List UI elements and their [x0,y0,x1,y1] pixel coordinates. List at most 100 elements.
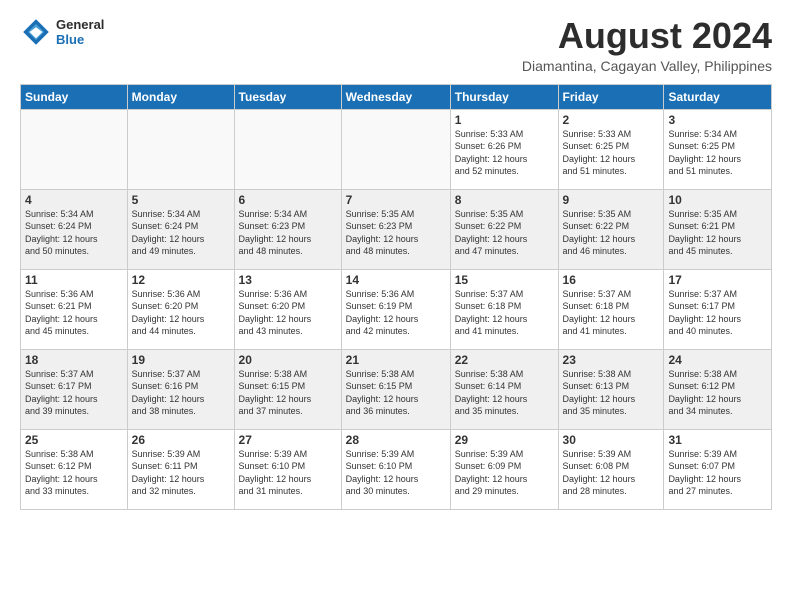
day-info: Sunrise: 5:37 AM Sunset: 6:17 PM Dayligh… [668,288,767,338]
day-number: 11 [25,273,123,287]
day-info: Sunrise: 5:36 AM Sunset: 6:19 PM Dayligh… [346,288,446,338]
table-row [234,109,341,189]
day-number: 18 [25,353,123,367]
table-row: 10Sunrise: 5:35 AM Sunset: 6:21 PM Dayli… [664,189,772,269]
day-number: 10 [668,193,767,207]
table-row: 19Sunrise: 5:37 AM Sunset: 6:16 PM Dayli… [127,349,234,429]
table-row: 1Sunrise: 5:33 AM Sunset: 6:26 PM Daylig… [450,109,558,189]
day-number: 25 [25,433,123,447]
table-row: 11Sunrise: 5:36 AM Sunset: 6:21 PM Dayli… [21,269,128,349]
col-friday: Friday [558,84,664,109]
table-row: 26Sunrise: 5:39 AM Sunset: 6:11 PM Dayli… [127,429,234,509]
table-row: 24Sunrise: 5:38 AM Sunset: 6:12 PM Dayli… [664,349,772,429]
day-number: 6 [239,193,337,207]
day-number: 5 [132,193,230,207]
day-number: 16 [563,273,660,287]
table-row: 7Sunrise: 5:35 AM Sunset: 6:23 PM Daylig… [341,189,450,269]
table-row: 15Sunrise: 5:37 AM Sunset: 6:18 PM Dayli… [450,269,558,349]
table-row: 17Sunrise: 5:37 AM Sunset: 6:17 PM Dayli… [664,269,772,349]
month-year-title: August 2024 [522,16,772,56]
day-info: Sunrise: 5:39 AM Sunset: 6:10 PM Dayligh… [239,448,337,498]
table-row: 13Sunrise: 5:36 AM Sunset: 6:20 PM Dayli… [234,269,341,349]
table-row: 9Sunrise: 5:35 AM Sunset: 6:22 PM Daylig… [558,189,664,269]
day-number: 31 [668,433,767,447]
day-number: 20 [239,353,337,367]
table-row: 4Sunrise: 5:34 AM Sunset: 6:24 PM Daylig… [21,189,128,269]
logo-general: General [56,17,104,32]
day-number: 24 [668,353,767,367]
calendar-table: Sunday Monday Tuesday Wednesday Thursday… [20,84,772,510]
table-row: 14Sunrise: 5:36 AM Sunset: 6:19 PM Dayli… [341,269,450,349]
col-wednesday: Wednesday [341,84,450,109]
day-number: 26 [132,433,230,447]
calendar-week-row: 18Sunrise: 5:37 AM Sunset: 6:17 PM Dayli… [21,349,772,429]
calendar-week-row: 11Sunrise: 5:36 AM Sunset: 6:21 PM Dayli… [21,269,772,349]
logo-blue: Blue [56,32,104,47]
table-row [21,109,128,189]
day-number: 17 [668,273,767,287]
day-info: Sunrise: 5:39 AM Sunset: 6:07 PM Dayligh… [668,448,767,498]
table-row: 22Sunrise: 5:38 AM Sunset: 6:14 PM Dayli… [450,349,558,429]
table-row: 16Sunrise: 5:37 AM Sunset: 6:18 PM Dayli… [558,269,664,349]
day-info: Sunrise: 5:38 AM Sunset: 6:14 PM Dayligh… [455,368,554,418]
table-row: 18Sunrise: 5:37 AM Sunset: 6:17 PM Dayli… [21,349,128,429]
calendar-week-row: 1Sunrise: 5:33 AM Sunset: 6:26 PM Daylig… [21,109,772,189]
day-number: 3 [668,113,767,127]
table-row: 28Sunrise: 5:39 AM Sunset: 6:10 PM Dayli… [341,429,450,509]
day-number: 13 [239,273,337,287]
table-row: 30Sunrise: 5:39 AM Sunset: 6:08 PM Dayli… [558,429,664,509]
calendar-page: General Blue August 2024 Diamantina, Cag… [0,0,792,522]
day-number: 21 [346,353,446,367]
table-row [341,109,450,189]
day-number: 23 [563,353,660,367]
col-monday: Monday [127,84,234,109]
day-info: Sunrise: 5:36 AM Sunset: 6:21 PM Dayligh… [25,288,123,338]
day-info: Sunrise: 5:35 AM Sunset: 6:22 PM Dayligh… [455,208,554,258]
logo-icon [20,16,52,48]
day-number: 19 [132,353,230,367]
col-tuesday: Tuesday [234,84,341,109]
day-number: 27 [239,433,337,447]
day-number: 8 [455,193,554,207]
location-subtitle: Diamantina, Cagayan Valley, Philippines [522,58,772,74]
day-number: 1 [455,113,554,127]
day-number: 4 [25,193,123,207]
calendar-week-row: 25Sunrise: 5:38 AM Sunset: 6:12 PM Dayli… [21,429,772,509]
day-info: Sunrise: 5:38 AM Sunset: 6:15 PM Dayligh… [239,368,337,418]
day-number: 14 [346,273,446,287]
day-info: Sunrise: 5:35 AM Sunset: 6:22 PM Dayligh… [563,208,660,258]
day-info: Sunrise: 5:37 AM Sunset: 6:18 PM Dayligh… [563,288,660,338]
day-number: 22 [455,353,554,367]
day-number: 28 [346,433,446,447]
day-info: Sunrise: 5:38 AM Sunset: 6:15 PM Dayligh… [346,368,446,418]
table-row: 3Sunrise: 5:34 AM Sunset: 6:25 PM Daylig… [664,109,772,189]
day-number: 2 [563,113,660,127]
day-info: Sunrise: 5:39 AM Sunset: 6:09 PM Dayligh… [455,448,554,498]
day-info: Sunrise: 5:34 AM Sunset: 6:24 PM Dayligh… [25,208,123,258]
table-row: 29Sunrise: 5:39 AM Sunset: 6:09 PM Dayli… [450,429,558,509]
table-row: 8Sunrise: 5:35 AM Sunset: 6:22 PM Daylig… [450,189,558,269]
day-info: Sunrise: 5:36 AM Sunset: 6:20 PM Dayligh… [132,288,230,338]
day-info: Sunrise: 5:36 AM Sunset: 6:20 PM Dayligh… [239,288,337,338]
table-row: 31Sunrise: 5:39 AM Sunset: 6:07 PM Dayli… [664,429,772,509]
day-info: Sunrise: 5:34 AM Sunset: 6:24 PM Dayligh… [132,208,230,258]
table-row [127,109,234,189]
logo: General Blue [20,16,104,48]
table-row: 2Sunrise: 5:33 AM Sunset: 6:25 PM Daylig… [558,109,664,189]
table-row: 25Sunrise: 5:38 AM Sunset: 6:12 PM Dayli… [21,429,128,509]
day-info: Sunrise: 5:38 AM Sunset: 6:12 PM Dayligh… [25,448,123,498]
day-info: Sunrise: 5:39 AM Sunset: 6:11 PM Dayligh… [132,448,230,498]
day-info: Sunrise: 5:37 AM Sunset: 6:16 PM Dayligh… [132,368,230,418]
col-sunday: Sunday [21,84,128,109]
day-info: Sunrise: 5:35 AM Sunset: 6:21 PM Dayligh… [668,208,767,258]
day-number: 7 [346,193,446,207]
day-info: Sunrise: 5:33 AM Sunset: 6:26 PM Dayligh… [455,128,554,178]
table-row: 21Sunrise: 5:38 AM Sunset: 6:15 PM Dayli… [341,349,450,429]
title-block: August 2024 Diamantina, Cagayan Valley, … [522,16,772,74]
day-number: 9 [563,193,660,207]
day-info: Sunrise: 5:35 AM Sunset: 6:23 PM Dayligh… [346,208,446,258]
calendar-week-row: 4Sunrise: 5:34 AM Sunset: 6:24 PM Daylig… [21,189,772,269]
day-info: Sunrise: 5:34 AM Sunset: 6:23 PM Dayligh… [239,208,337,258]
table-row: 6Sunrise: 5:34 AM Sunset: 6:23 PM Daylig… [234,189,341,269]
day-number: 12 [132,273,230,287]
